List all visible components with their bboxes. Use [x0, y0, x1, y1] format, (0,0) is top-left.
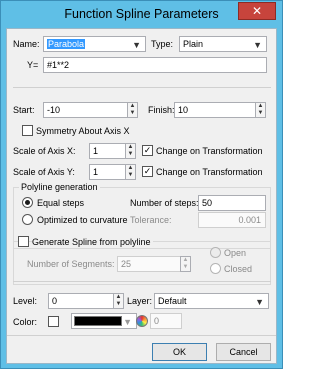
scale-x-value: 1	[93, 146, 99, 156]
scale-y-spinner[interactable]: ▲ ▼	[125, 164, 136, 180]
steps-input[interactable]: 50	[198, 195, 266, 211]
dialog-window: Function Spline Parameters ✕ Name: Parab…	[0, 0, 283, 369]
caret-down-icon[interactable]: ▼	[181, 264, 190, 271]
chevron-down-icon: ▼	[123, 317, 132, 327]
caret-up-icon[interactable]: ▲	[181, 257, 190, 264]
checkmark-icon: ✓	[143, 145, 152, 155]
level-input[interactable]: 0	[48, 293, 114, 309]
polyline-group-title: Polyline generation	[19, 181, 100, 193]
formula-label: Y=	[27, 60, 39, 70]
finish-label: Finish:	[148, 105, 175, 115]
scale-y-input[interactable]: 1	[89, 164, 126, 180]
level-value: 0	[52, 296, 58, 306]
cancel-button[interactable]: Cancel	[216, 343, 271, 361]
symmetry-checkbox[interactable]	[22, 125, 33, 136]
closed-label: Closed	[224, 264, 253, 274]
caret-up-icon[interactable]: ▲	[114, 294, 123, 301]
formula-value: #1**2	[47, 60, 70, 70]
scale-x-spinner[interactable]: ▲ ▼	[125, 143, 136, 159]
name-combo[interactable]: Parabola ▼	[43, 36, 146, 52]
scale-x-change-checkbox[interactable]: ✓	[142, 145, 153, 156]
caret-down-icon[interactable]: ▼	[126, 151, 135, 158]
steps-label: Number of steps:	[130, 198, 199, 208]
start-spinner[interactable]: ▲ ▼	[127, 102, 138, 118]
equal-steps-label: Equal steps	[37, 198, 85, 208]
start-input[interactable]: -10	[43, 102, 128, 118]
segments-spinner[interactable]: ▲ ▼	[180, 256, 191, 272]
scale-y-change-label: Change on Transformation	[156, 167, 263, 177]
optimized-label: Optimized to curvature	[37, 215, 128, 225]
scale-x-input[interactable]: 1	[89, 143, 126, 159]
level-spinner[interactable]: ▲ ▼	[113, 293, 124, 309]
tolerance-label: Tolerance:	[130, 215, 172, 225]
color-swatch	[74, 316, 122, 326]
color-label: Color:	[13, 317, 38, 327]
segments-value: 25	[121, 259, 132, 269]
chevron-down-icon: ▼	[253, 40, 262, 50]
tolerance-input[interactable]: 0.001	[198, 212, 266, 228]
caret-up-icon[interactable]: ▲	[126, 144, 135, 151]
chevron-down-icon: ▼	[255, 297, 264, 307]
scale-y-value: 1	[93, 167, 99, 177]
caret-up-icon[interactable]: ▲	[128, 103, 137, 110]
level-label: Level:	[13, 296, 38, 306]
color-index-value: 0	[154, 316, 160, 326]
layer-value: Default	[158, 296, 187, 306]
caret-up-icon[interactable]: ▲	[126, 165, 135, 172]
equal-steps-radio[interactable]	[22, 197, 33, 208]
caret-down-icon[interactable]: ▼	[128, 110, 137, 117]
caret-down-icon[interactable]: ▼	[126, 172, 135, 179]
layer-label: Layer:	[127, 296, 153, 306]
separator	[13, 87, 271, 88]
caret-up-icon[interactable]: ▲	[256, 103, 265, 110]
finish-value: 10	[178, 105, 189, 115]
name-combo-value: Parabola	[47, 39, 86, 49]
close-icon: ✕	[251, 4, 263, 18]
spline-group-title: Generate Spline from polyline	[32, 236, 153, 248]
type-label: Type:	[151, 39, 174, 49]
name-label: Name:	[13, 39, 40, 49]
color-checkbox[interactable]	[48, 316, 59, 327]
steps-value: 50	[202, 198, 213, 208]
start-value: -10	[47, 105, 61, 115]
start-label: Start:	[13, 105, 35, 115]
closed-radio[interactable]	[210, 263, 221, 274]
checkmark-icon: ✓	[143, 166, 152, 176]
close-button[interactable]: ✕	[238, 2, 276, 20]
open-radio[interactable]	[210, 247, 221, 258]
tolerance-value: 0.001	[238, 215, 261, 225]
separator	[13, 281, 271, 282]
scale-y-label: Scale of Axis Y:	[13, 167, 75, 177]
finish-input[interactable]: 10	[174, 102, 256, 118]
caret-down-icon[interactable]: ▼	[256, 110, 265, 117]
color-index-input[interactable]: 0	[150, 313, 182, 329]
title-bar[interactable]: Function Spline Parameters ✕	[1, 1, 282, 29]
segments-label: Number of Segments:	[27, 259, 115, 269]
type-combo-value: Plain	[183, 39, 204, 49]
ok-button[interactable]: OK	[152, 343, 207, 361]
finish-spinner[interactable]: ▲ ▼	[255, 102, 266, 118]
scale-x-label: Scale of Axis X:	[13, 146, 76, 156]
dialog-body: Name: Parabola ▼ Type: Plain ▼ Y= #1**2 …	[6, 28, 277, 364]
scale-x-change-label: Change on Transformation	[156, 146, 263, 156]
color-combo[interactable]: ▼	[71, 313, 137, 329]
palette-icon[interactable]	[136, 315, 148, 327]
type-combo[interactable]: Plain ▼	[179, 36, 267, 52]
layer-combo[interactable]: Default ▼	[154, 293, 269, 309]
symmetry-label: Symmetry About Axis X	[36, 126, 130, 136]
formula-input[interactable]: #1**2	[43, 57, 267, 73]
optimized-radio[interactable]	[22, 214, 33, 225]
open-label: Open	[224, 248, 247, 258]
separator	[7, 335, 276, 336]
chevron-down-icon: ▼	[132, 40, 141, 50]
caret-down-icon[interactable]: ▼	[114, 301, 123, 308]
segments-input[interactable]: 25	[117, 256, 181, 272]
spline-checkbox[interactable]	[18, 236, 29, 247]
scale-y-change-checkbox[interactable]: ✓	[142, 166, 153, 177]
